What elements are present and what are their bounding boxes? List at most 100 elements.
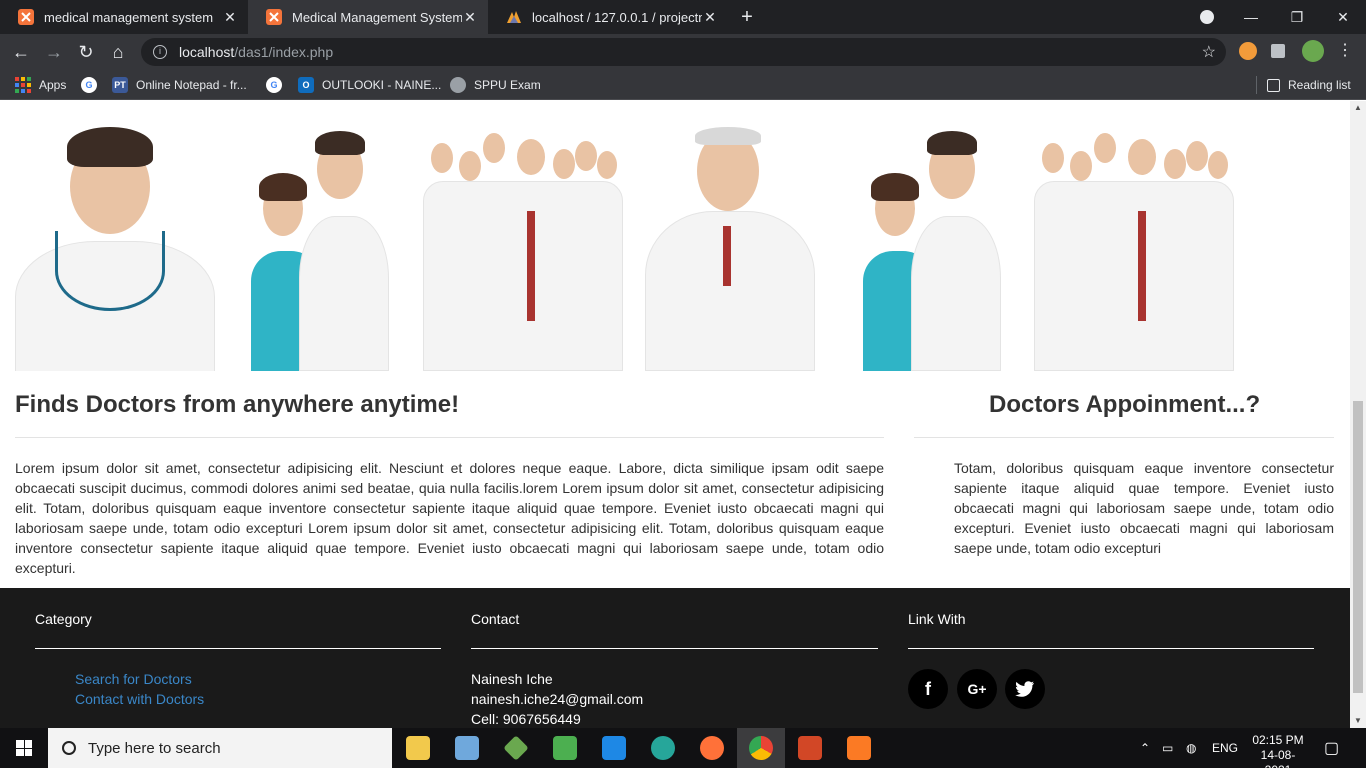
edge-icon[interactable] <box>639 728 687 768</box>
scrollbar-thumb[interactable] <box>1353 401 1363 693</box>
doctor-image <box>15 121 215 371</box>
footer-divider <box>35 648 441 649</box>
bookmark-outlook[interactable]: O OUTLOOKI - NAINE... <box>298 70 441 100</box>
intro-paragraph: Lorem ipsum dolor sit amet, consectetur … <box>15 460 884 576</box>
bookmark-sppu-exam[interactable]: SPPU Exam <box>450 70 541 100</box>
show-hidden-icons-icon[interactable]: ⌃ <box>1140 728 1150 768</box>
reload-icon[interactable]: ↻ <box>75 41 97 63</box>
bookmark-google[interactable]: G <box>266 70 290 100</box>
chrome-icon[interactable] <box>737 728 785 768</box>
forward-icon[interactable]: → <box>43 41 65 63</box>
tab-phpmyadmin[interactable]: localhost / 127.0.0.1 / projectmm ✕ <box>488 0 728 34</box>
search-icon <box>62 741 76 755</box>
windows-icon <box>16 740 32 756</box>
restore-button[interactable]: ❐ <box>1274 0 1320 34</box>
find-doctors-heading: Finds Doctors from anywhere anytime! <box>15 391 460 418</box>
sppu-icon <box>450 77 466 93</box>
system-clock[interactable]: 02:15 PM 14-08-2021 <box>1248 733 1308 778</box>
snipping-icon[interactable] <box>541 728 589 768</box>
home-icon[interactable]: ⌂ <box>107 41 129 63</box>
virtualbox-icon[interactable] <box>443 728 491 768</box>
bookmark-label: SPPU Exam <box>474 78 541 92</box>
bookmark-apps[interactable]: Apps <box>15 70 66 100</box>
tab-title: localhost / 127.0.0.1 / projectmm <box>532 9 702 25</box>
tab-title: Medical Management System <box>292 9 462 25</box>
file-explorer-icon[interactable] <box>394 728 442 768</box>
bookmark-google[interactable]: G <box>81 70 105 100</box>
start-button[interactable] <box>0 728 48 768</box>
close-icon[interactable]: ✕ <box>222 9 238 26</box>
extension-icon[interactable] <box>1239 42 1257 60</box>
tab-search-icon[interactable] <box>1200 10 1214 24</box>
address-host: localhost <box>179 44 235 60</box>
info-icon[interactable]: i <box>153 45 167 59</box>
clock-time: 02:15 PM <box>1252 733 1304 747</box>
bookmarks-bar: Apps G PT Online Notepad - fr... G O OUT… <box>0 70 1366 100</box>
address-bar[interactable]: i localhost /das1/index.php ☆ <box>141 38 1226 66</box>
reading-list-label: Reading list <box>1288 78 1351 92</box>
twitter-icon[interactable] <box>1005 669 1045 709</box>
menu-dots-icon[interactable]: ⋮ <box>1337 42 1353 60</box>
web-page: Finds Doctors from anywhere anytime! Lor… <box>0 101 1350 728</box>
new-tab-button[interactable]: + <box>736 6 758 28</box>
appointment-paragraph: Totam, doloribus quisquam eaque inventor… <box>954 460 1334 556</box>
tab-title: medical management system <box>44 9 214 25</box>
xampp-icon[interactable] <box>835 728 883 768</box>
doctor-gallery <box>0 121 1350 371</box>
address-path: /das1/index.php <box>234 44 334 60</box>
appointment-heading: Doctors Appoinment...? <box>989 391 1261 418</box>
footer-divider <box>908 648 1314 649</box>
vscode-icon[interactable] <box>590 728 638 768</box>
divider <box>15 437 884 438</box>
close-window-button[interactable]: ✕ <box>1320 0 1366 34</box>
doctor-image <box>627 121 827 371</box>
bookmark-label: Online Notepad - fr... <box>136 78 247 92</box>
taskbar-search-input[interactable]: Type here to search <box>48 728 392 768</box>
clock-date: 14-08-2021 <box>1260 748 1296 777</box>
tab-medical-management-system[interactable]: medical management system ✕ <box>0 0 248 34</box>
reading-list-button[interactable]: Reading list <box>1256 76 1351 94</box>
close-icon[interactable]: ✕ <box>702 9 718 26</box>
bookmark-star-icon[interactable]: ☆ <box>1202 42 1216 62</box>
notifications-icon[interactable]: ▢ <box>1324 728 1339 768</box>
doctor-image <box>831 121 1031 371</box>
minimize-button[interactable]: — <box>1228 0 1274 34</box>
xampp-icon <box>266 9 282 25</box>
footer-divider <box>471 648 878 649</box>
powerpoint-icon[interactable] <box>786 728 834 768</box>
nodejs-icon[interactable] <box>492 728 540 768</box>
doctor-image <box>219 121 419 371</box>
footer-category-title: Category <box>35 611 92 627</box>
network-icon[interactable]: ◍ <box>1186 728 1196 768</box>
bookmark-label: OUTLOOKI - NAINE... <box>322 78 442 92</box>
scroll-down-icon[interactable]: ▼ <box>1350 714 1366 728</box>
footer-link-title: Link With <box>908 611 966 627</box>
notepad-icon: PT <box>112 77 128 93</box>
facebook-icon[interactable]: f <box>908 669 948 709</box>
bookmark-online-notepad[interactable]: PT Online Notepad - fr... <box>112 70 247 100</box>
apps-grid-icon <box>15 77 31 93</box>
tab-strip: medical management system ✕ Medical Mana… <box>0 0 1366 34</box>
google-icon: G <box>266 77 282 93</box>
language-indicator[interactable]: ENG <box>1212 728 1238 768</box>
google-icon: G <box>81 77 97 93</box>
search-doctors-link[interactable]: Search for Doctors <box>75 671 192 687</box>
contact-email: nainesh.iche24@gmail.com <box>471 691 644 707</box>
xampp-icon <box>18 9 34 25</box>
search-placeholder: Type here to search <box>88 739 221 757</box>
windows-taskbar: Type here to search ⌃ ▭ ◍ ENG 02:15 PM 1… <box>0 728 1366 777</box>
firefox-icon[interactable] <box>688 728 736 768</box>
tab-medical-management-system-active[interactable]: Medical Management System ✕ <box>248 0 488 34</box>
scroll-up-icon[interactable]: ▲ <box>1350 101 1366 115</box>
battery-icon[interactable]: ▭ <box>1162 728 1173 768</box>
divider <box>914 437 1334 438</box>
contact-doctors-link[interactable]: Contact with Doctors <box>75 691 204 707</box>
back-icon[interactable]: ← <box>10 41 32 63</box>
puzzle-icon[interactable] <box>1271 44 1285 58</box>
page-scrollbar[interactable]: ▲ ▼ <box>1350 101 1366 728</box>
google-plus-icon[interactable]: G+ <box>957 669 997 709</box>
avatar[interactable] <box>1302 40 1324 62</box>
doctor-group-image <box>1034 121 1234 371</box>
close-icon[interactable]: ✕ <box>462 9 478 26</box>
contact-name: Nainesh Iche <box>471 671 553 687</box>
